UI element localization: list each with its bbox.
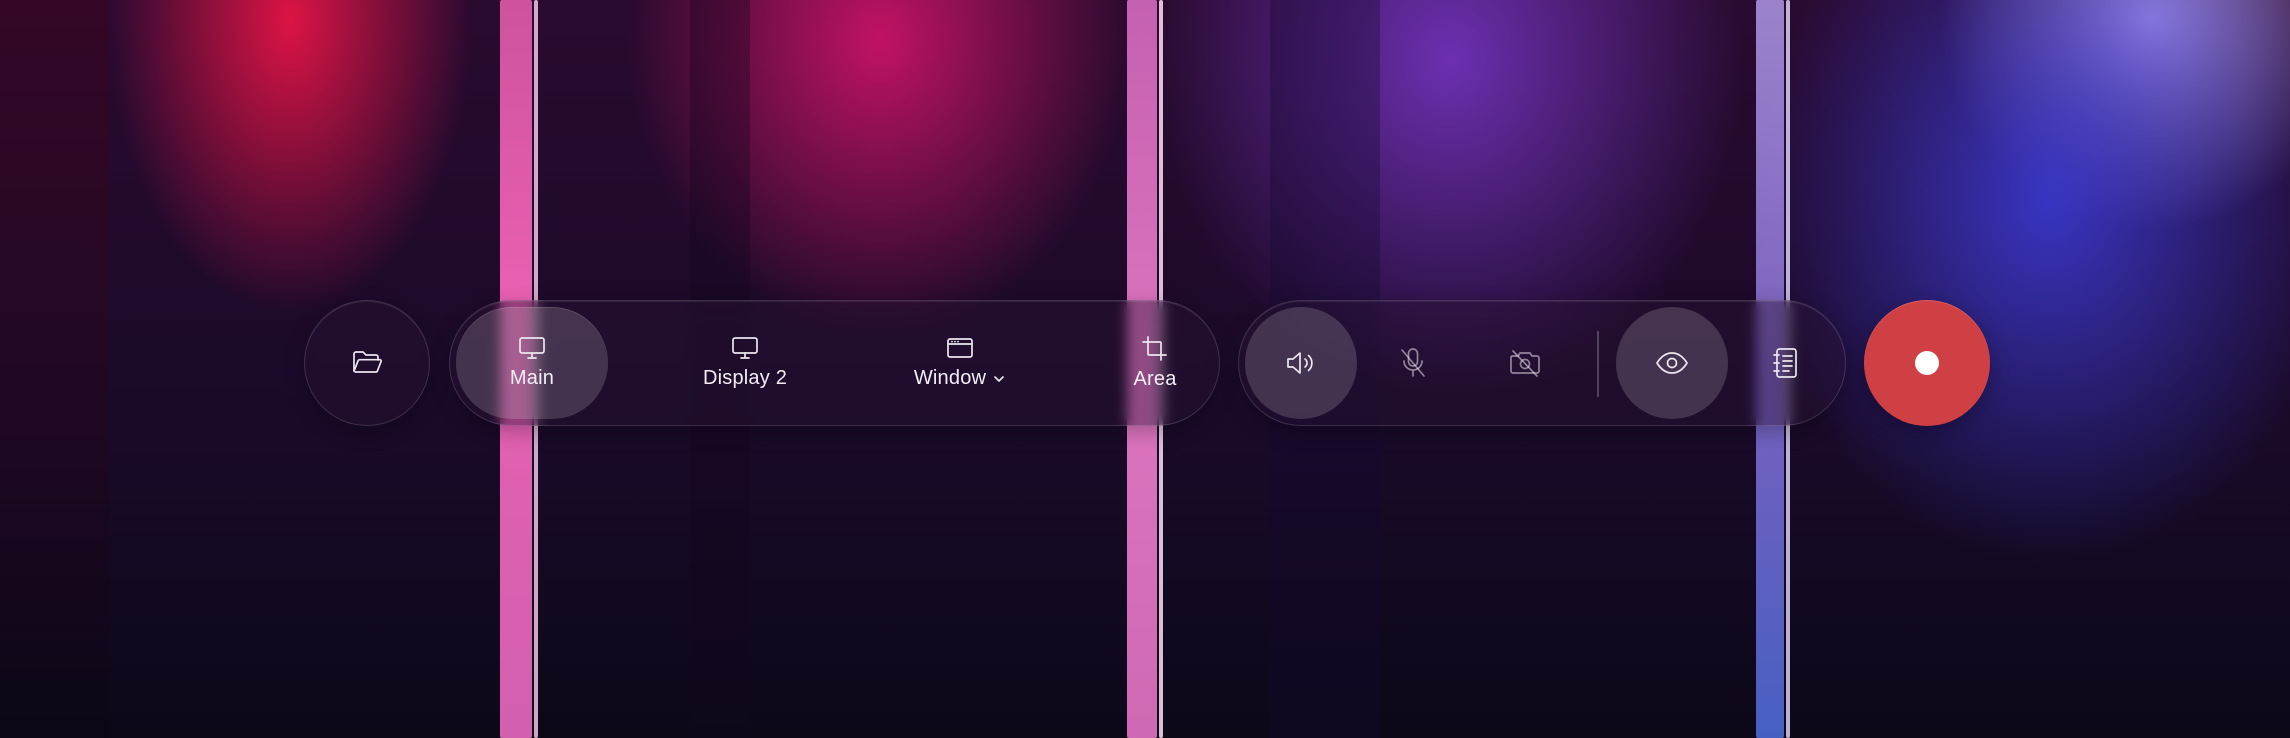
tab-label: Area [1133, 368, 1177, 390]
microphone-toggle[interactable] [1357, 307, 1469, 419]
eye-icon [1655, 351, 1689, 375]
background-shade [0, 0, 110, 738]
notes-button[interactable] [1729, 307, 1841, 419]
notebook-icon [1771, 347, 1799, 379]
mic-off-icon [1398, 347, 1428, 379]
tab-display-2[interactable]: Display 2 [660, 301, 830, 425]
tab-label: Display 2 [702, 367, 788, 389]
record-dot-icon [1914, 350, 1940, 376]
folder-open-icon [352, 350, 382, 376]
tab-window[interactable]: Window [860, 301, 1060, 425]
chevron-down-icon[interactable] [992, 374, 1006, 384]
tab-area[interactable]: Area [1090, 301, 1220, 425]
speaker-icon [1285, 349, 1317, 377]
tab-main[interactable]: Main [456, 307, 608, 419]
tab-label: Window [913, 367, 987, 389]
tab-label: Main [509, 367, 555, 389]
tab-label-wrap: Window [914, 367, 1006, 390]
camera-toggle[interactable] [1469, 307, 1581, 419]
recording-options-toolbar [1238, 300, 1846, 426]
camera-off-icon [1508, 348, 1542, 378]
record-button[interactable] [1864, 300, 1990, 426]
monitor-icon [731, 336, 759, 360]
capture-source-selector: Main Display 2 Window Area [449, 300, 1220, 426]
window-icon [946, 336, 974, 360]
monitor-icon [518, 336, 546, 360]
preview-toggle[interactable] [1616, 307, 1728, 419]
toolbar-divider [1597, 331, 1599, 397]
crop-icon [1141, 335, 1169, 361]
system-audio-toggle[interactable] [1245, 307, 1357, 419]
open-folder-button[interactable] [304, 300, 430, 426]
